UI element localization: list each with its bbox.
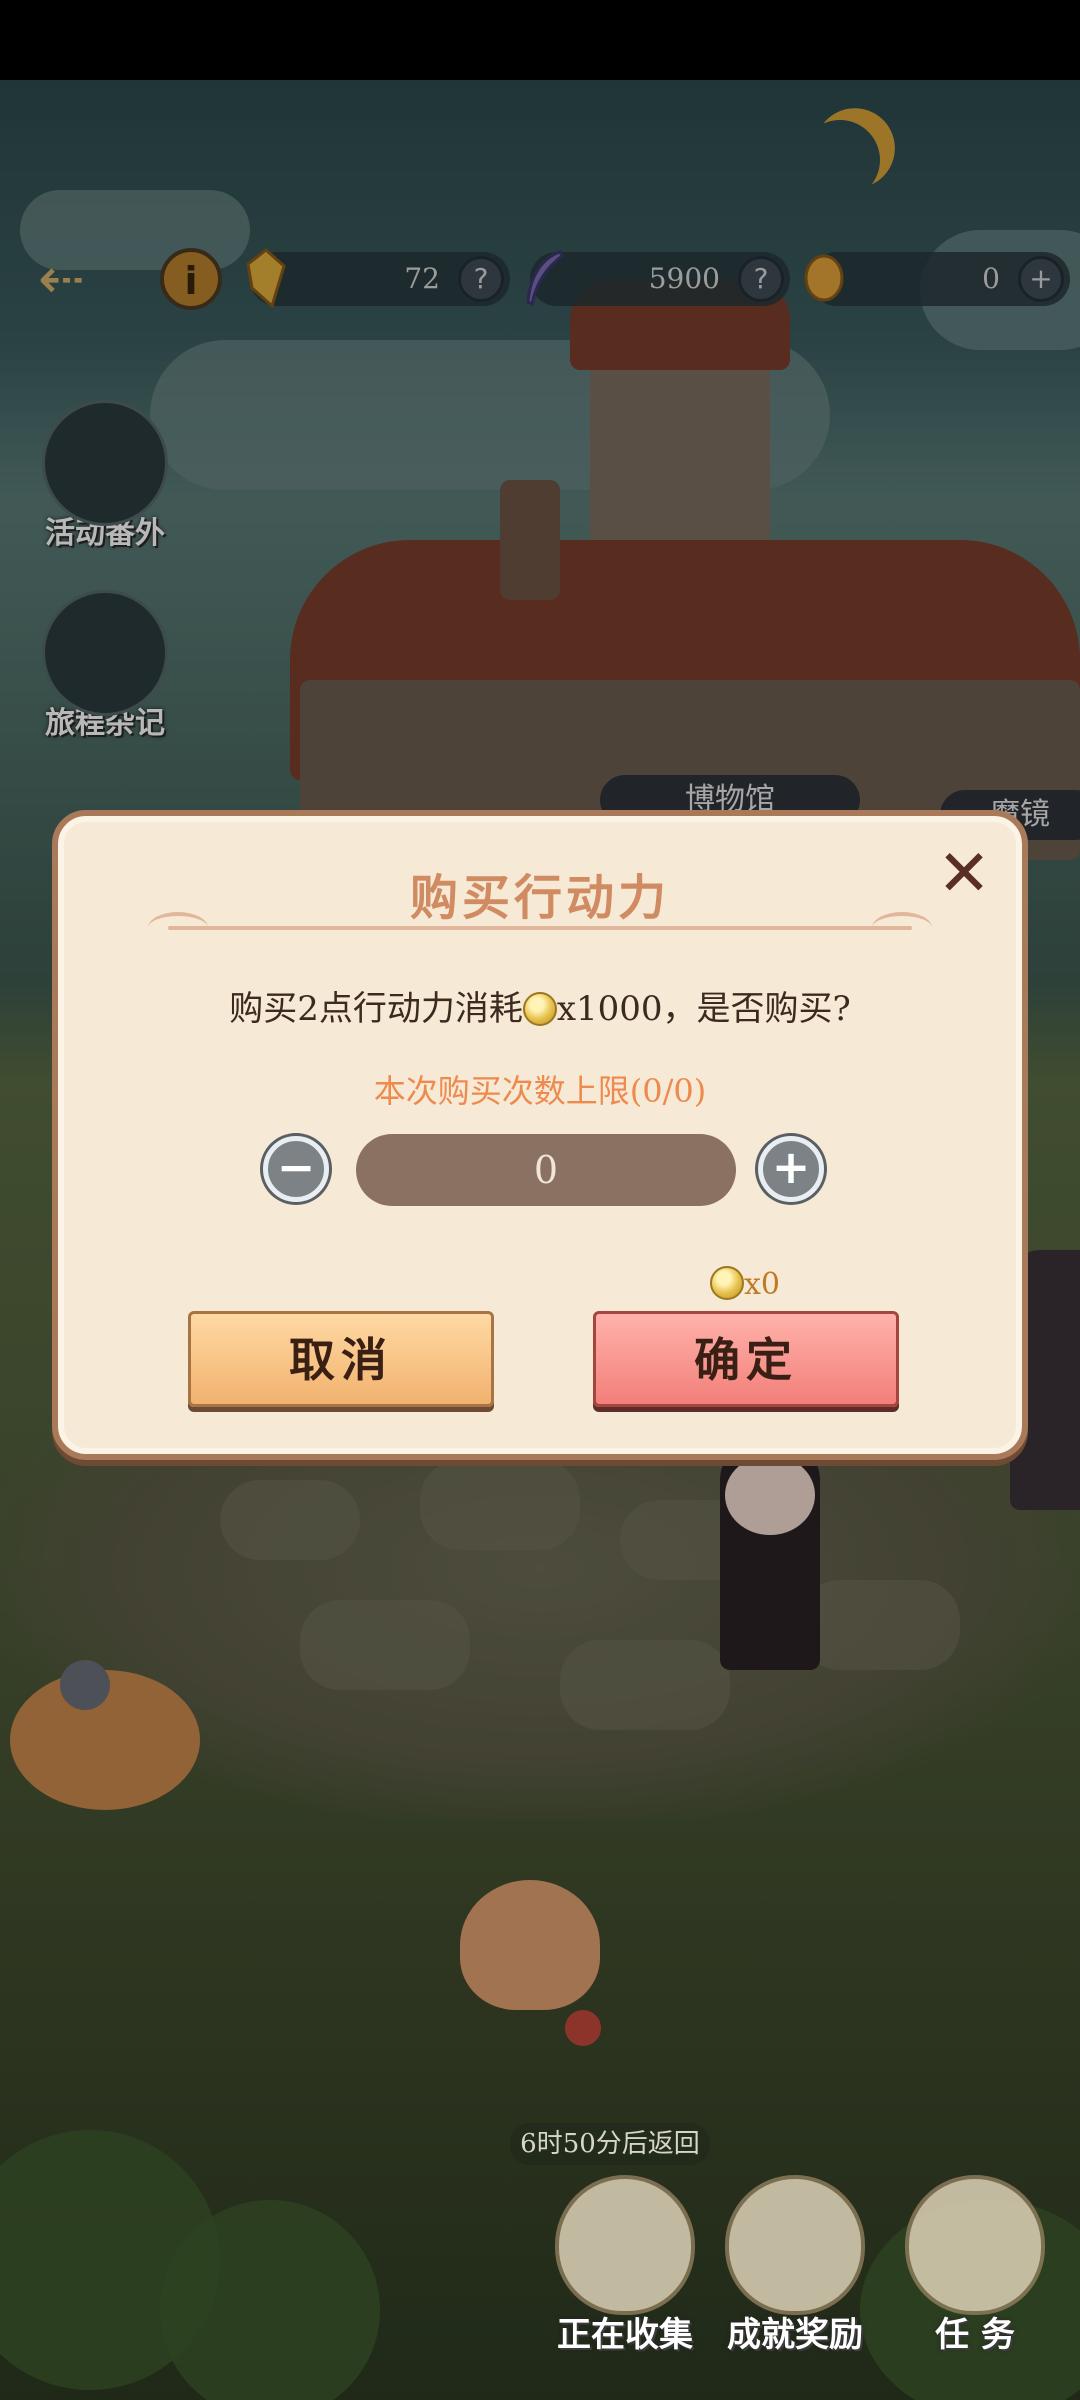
buy-stamina-dialog: 购买行动力 ✕ 购买2点行动力消耗 x1000，是否购买? 本次购买次数上限(0/… (52, 810, 1028, 1460)
prompt-text-before: 购买2点行动力消耗 (229, 989, 523, 1029)
increase-button[interactable]: + (758, 1136, 824, 1202)
title-divider (148, 912, 932, 930)
dialog-prompt: 购买2点行动力消耗 x1000，是否购买? (58, 981, 1022, 1030)
feather-quill-icon (555, 2175, 695, 2315)
cancel-button[interactable]: 取消 (188, 1311, 494, 1407)
confirm-button[interactable]: 确定 (593, 1311, 899, 1407)
quest-book-icon (905, 2175, 1045, 2315)
total-cost: x0 (710, 1266, 780, 1302)
coin-icon (522, 992, 557, 1026)
castle-seal-icon (725, 2175, 865, 2315)
total-cost-value: x0 (744, 1267, 781, 1302)
quantity-field[interactable]: 0 (356, 1134, 736, 1206)
bottom-button-tasks[interactable]: 任 务 (900, 2175, 1050, 2375)
decrease-button[interactable]: − (263, 1136, 329, 1202)
prompt-text-after: x1000，是否购买? (556, 989, 851, 1029)
status-bar (0, 0, 1080, 80)
bottom-button-collecting[interactable]: 正在收集 (550, 2175, 700, 2375)
return-timer: 6时50分后返回 (510, 2123, 710, 2165)
bottom-button-achievements[interactable]: 成就奖励 (720, 2175, 870, 2375)
purchase-limit: 本次购买次数上限(0/0) (373, 1072, 707, 1110)
close-icon[interactable]: ✕ (934, 842, 994, 906)
coin-icon (710, 1266, 744, 1300)
